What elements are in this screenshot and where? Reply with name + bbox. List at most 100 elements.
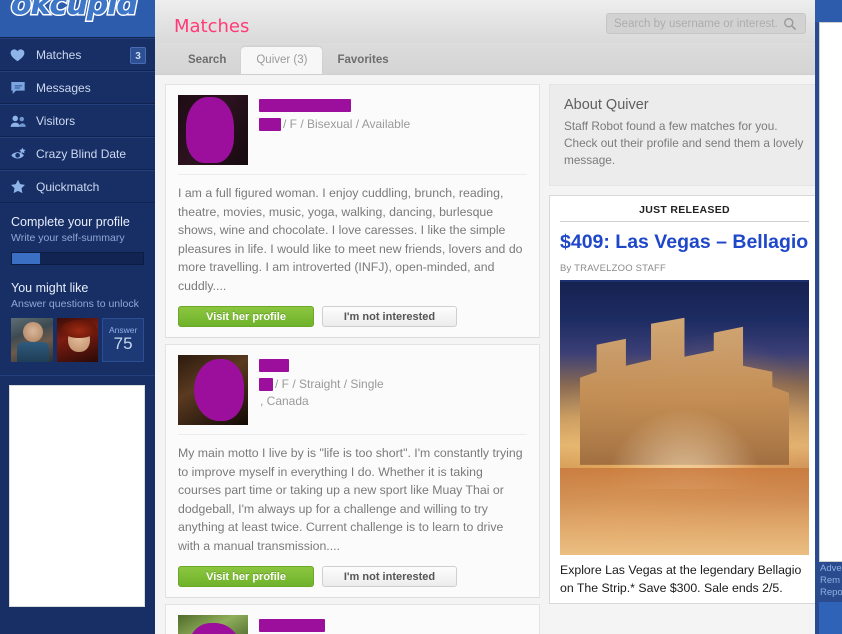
redaction-overlay — [188, 623, 242, 634]
rail-bottom-block — [819, 602, 842, 634]
sidebar-item-messages[interactable]: Messages — [0, 71, 155, 104]
ad-image-bellagio[interactable] — [560, 280, 809, 555]
right-column: About Quiver Staff Robot found a few mat… — [540, 75, 830, 634]
sidebar-item-label: Matches — [36, 47, 82, 62]
sidebar-nav: Matches 3 Messages Visitors Crazy Blind … — [0, 37, 155, 203]
sidebar-item-label: Crazy Blind Date — [36, 146, 127, 161]
complete-profile-title: Complete your profile — [11, 215, 130, 229]
eye-icon — [10, 147, 32, 161]
fountain-water-shape — [560, 467, 809, 555]
redaction-overlay — [186, 97, 234, 163]
match-header: / F / Bisexual / Available — [178, 95, 527, 165]
ad-byline: By TRAVELZOO STAFF — [560, 263, 667, 274]
tab-favorites[interactable]: Favorites — [322, 47, 403, 74]
not-interested-button[interactable]: I'm not interested — [322, 566, 457, 587]
match-actions: Visit her profile I'm not interested — [178, 306, 527, 327]
left-sidebar: okcupid okcupid Matches 3 Messages Visit… — [0, 0, 155, 634]
top-bar: Matches — [155, 0, 842, 43]
match-name-redacted[interactable] — [259, 619, 527, 634]
content-area: / F / Bisexual / Available I am a full f… — [155, 75, 842, 634]
ad-caption: Explore Las Vegas at the legendary Bella… — [560, 563, 802, 595]
match-blurb: My main motto I live by is "life is too … — [178, 446, 523, 553]
suggested-profile-photo[interactable] — [11, 318, 53, 362]
tab-quiver[interactable]: Quiver (3) — [241, 47, 323, 74]
rail-top-band — [815, 0, 842, 22]
tab-bar: Search Quiver (3) Favorites — [155, 43, 842, 75]
visit-profile-button[interactable]: Visit her profile — [178, 306, 314, 327]
redaction-overlay — [259, 359, 289, 372]
sidebar-item-quickmatch[interactable]: Quickmatch — [0, 170, 155, 203]
match-name-redacted[interactable] — [259, 359, 527, 376]
sidebar-item-matches[interactable]: Matches 3 — [0, 38, 155, 71]
matches-badge: 3 — [130, 47, 146, 64]
match-identity: / F / Bisexual / Available — [259, 95, 527, 165]
about-quiver-title: About Quiver — [564, 97, 649, 113]
people-icon — [10, 114, 32, 128]
travelzoo-ad[interactable]: JUST RELEASED $409: Las Vegas – Bellagio… — [549, 195, 820, 604]
main-region: Matches Search Quiver (3) Favorites — [155, 0, 842, 634]
match-identity: / F / Straight / Single , Canada — [259, 355, 527, 425]
site-logo-text: okcupid — [11, 0, 138, 22]
sidebar-divider — [0, 375, 155, 376]
you-might-like-panel: You might like Answer questions to unloc… — [0, 265, 155, 362]
sidebar-item-label: Messages — [36, 80, 91, 95]
search-box[interactable] — [606, 13, 806, 34]
suggestion-thumbnails: Answer 75 — [11, 318, 144, 362]
sidebar-item-crazy-blind-date[interactable]: Crazy Blind Date — [0, 137, 155, 170]
match-location-line: , Canada — [259, 393, 527, 410]
match-identity: / F / Bisexual / Single Toronto, Ontario… — [259, 615, 527, 634]
search-icon[interactable] — [783, 17, 797, 36]
match-avatar[interactable] — [178, 95, 248, 165]
match-meta-line: / F / Bisexual / Available — [259, 116, 527, 133]
profile-progress-fill — [12, 253, 40, 264]
match-card: / F / Bisexual / Single Toronto, Ontario… — [165, 604, 540, 634]
okcupid-matches-page: okcupid okcupid Matches 3 Messages Visit… — [0, 0, 842, 634]
rail-ad-slot[interactable] — [819, 22, 842, 562]
match-actions: Visit her profile I'm not interested — [178, 566, 527, 587]
match-avatar[interactable] — [178, 355, 248, 425]
redaction-overlay — [259, 99, 351, 112]
tab-search[interactable]: Search — [173, 47, 241, 74]
answer-count: 75 — [113, 333, 133, 353]
match-meta-text: / F / Bisexual / Available — [283, 117, 411, 131]
redaction-overlay — [259, 118, 281, 132]
complete-profile-panel: Complete your profile Write your self-su… — [0, 203, 155, 265]
speech-bubble-icon — [10, 81, 32, 95]
star-icon — [10, 179, 32, 194]
complete-profile-subtitle[interactable]: Write your self-summary — [11, 232, 144, 244]
match-name-redacted[interactable] — [259, 99, 527, 116]
match-header: / F / Bisexual / Single Toronto, Ontario… — [178, 615, 527, 634]
search-input[interactable] — [607, 17, 777, 30]
sidebar-item-label: Visitors — [36, 113, 76, 128]
right-ad-rail: Adve Rem Repo — [815, 0, 842, 634]
redaction-overlay — [259, 619, 325, 632]
match-card: / F / Bisexual / Available I am a full f… — [165, 84, 540, 338]
match-meta-line: / F / Straight / Single — [259, 376, 527, 393]
not-interested-button[interactable]: I'm not interested — [322, 306, 457, 327]
you-might-like-subtitle: Answer questions to unlock — [11, 298, 139, 310]
about-quiver-panel: About Quiver Staff Robot found a few mat… — [549, 84, 820, 186]
sidebar-ad-slot[interactable] — [9, 385, 145, 607]
match-blurb: I am a full figured woman. I enjoy cuddl… — [178, 186, 523, 293]
sidebar-item-label: Quickmatch — [36, 179, 100, 194]
match-header: / F / Straight / Single , Canada — [178, 355, 527, 425]
match-location-text: , Canada — [260, 394, 309, 408]
match-meta-text: / F / Straight / Single — [275, 377, 384, 391]
match-card: / F / Straight / Single , Canada My main… — [165, 344, 540, 598]
ad-headline[interactable]: $409: Las Vegas – Bellagio — [560, 231, 809, 253]
rail-ad-links[interactable]: Adve Rem Repo — [820, 563, 842, 599]
profile-progress-bar — [11, 252, 144, 265]
redaction-overlay — [259, 378, 273, 392]
match-avatar[interactable] — [178, 615, 248, 634]
about-quiver-body: Staff Robot found a few matches for you.… — [564, 119, 804, 167]
site-logo[interactable]: okcupid okcupid — [0, 0, 155, 37]
page-title: Matches — [174, 16, 250, 37]
redaction-overlay — [194, 359, 244, 421]
you-might-like-title: You might like — [11, 281, 89, 295]
answer-questions-button[interactable]: Answer 75 — [102, 318, 144, 362]
sidebar-item-visitors[interactable]: Visitors — [0, 104, 155, 137]
heart-icon — [10, 48, 32, 62]
suggested-profile-photo[interactable] — [56, 318, 99, 362]
ad-kicker: JUST RELEASED — [560, 204, 809, 222]
visit-profile-button[interactable]: Visit her profile — [178, 566, 314, 587]
